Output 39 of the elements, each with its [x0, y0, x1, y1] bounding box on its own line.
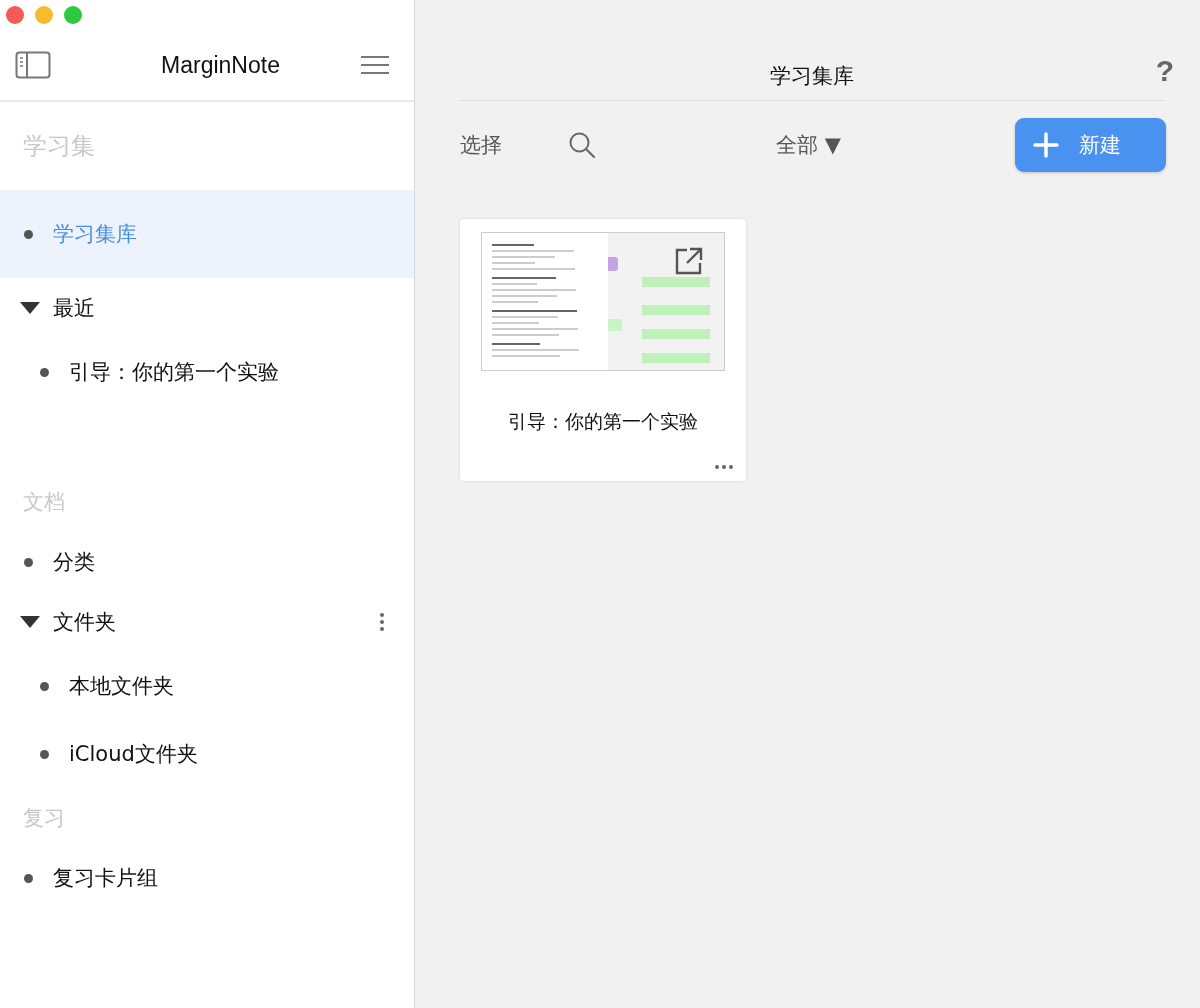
sidebar-item[interactable]: 本地文件夹: [0, 652, 414, 720]
sidebar-item[interactable]: 最近: [0, 278, 414, 338]
bullet-icon: [24, 229, 33, 239]
new-button-label: 新建: [1079, 132, 1121, 159]
item-label: 本地文件夹: [69, 673, 174, 700]
search-icon[interactable]: [568, 131, 596, 159]
bullet-icon: [40, 367, 49, 377]
notebook-card[interactable]: 引导：你的第一个实验: [460, 219, 746, 481]
plus-icon: [1033, 132, 1059, 158]
sidebar-toggle-icon[interactable]: [15, 51, 51, 79]
app-title: MarginNote: [161, 51, 280, 79]
select-button[interactable]: 选择: [460, 131, 502, 159]
disclosure-triangle-icon[interactable]: [20, 302, 40, 314]
bullet-icon: [40, 681, 49, 691]
more-icon[interactable]: [715, 465, 733, 469]
item-label: 学习集库: [53, 221, 137, 248]
filter-dropdown[interactable]: 全部 ▼: [776, 131, 841, 159]
sidebar-item[interactable]: 分类: [0, 532, 414, 592]
help-button[interactable]: ?: [1155, 54, 1174, 88]
more-icon[interactable]: [380, 613, 384, 631]
menu-icon[interactable]: [360, 55, 390, 75]
sidebar-item[interactable]: 引导：你的第一个实验: [0, 338, 414, 406]
external-link-icon[interactable]: [675, 247, 703, 275]
bullet-icon: [40, 749, 49, 759]
bullet-icon: [24, 873, 33, 883]
item-label: iCloud文件夹: [69, 741, 198, 768]
item-label: 分类: [53, 549, 95, 576]
bullet-icon: [24, 557, 33, 567]
page-title: 学习集库: [770, 63, 854, 90]
disclosure-triangle-icon[interactable]: [20, 616, 40, 628]
item-label: 复习卡片组: [53, 865, 158, 892]
close-window-button[interactable]: [6, 6, 24, 24]
sidebar-item[interactable]: 文件夹: [0, 592, 414, 652]
sidebar-item[interactable]: iCloud文件夹: [0, 720, 414, 788]
sidebar-item[interactable]: 复习卡片组: [0, 848, 414, 908]
item-label: 引导：你的第一个实验: [69, 359, 279, 386]
item-label: 文件夹: [53, 609, 116, 636]
item-label: 最近: [53, 295, 95, 322]
card-title: 引导：你的第一个实验: [508, 409, 698, 434]
